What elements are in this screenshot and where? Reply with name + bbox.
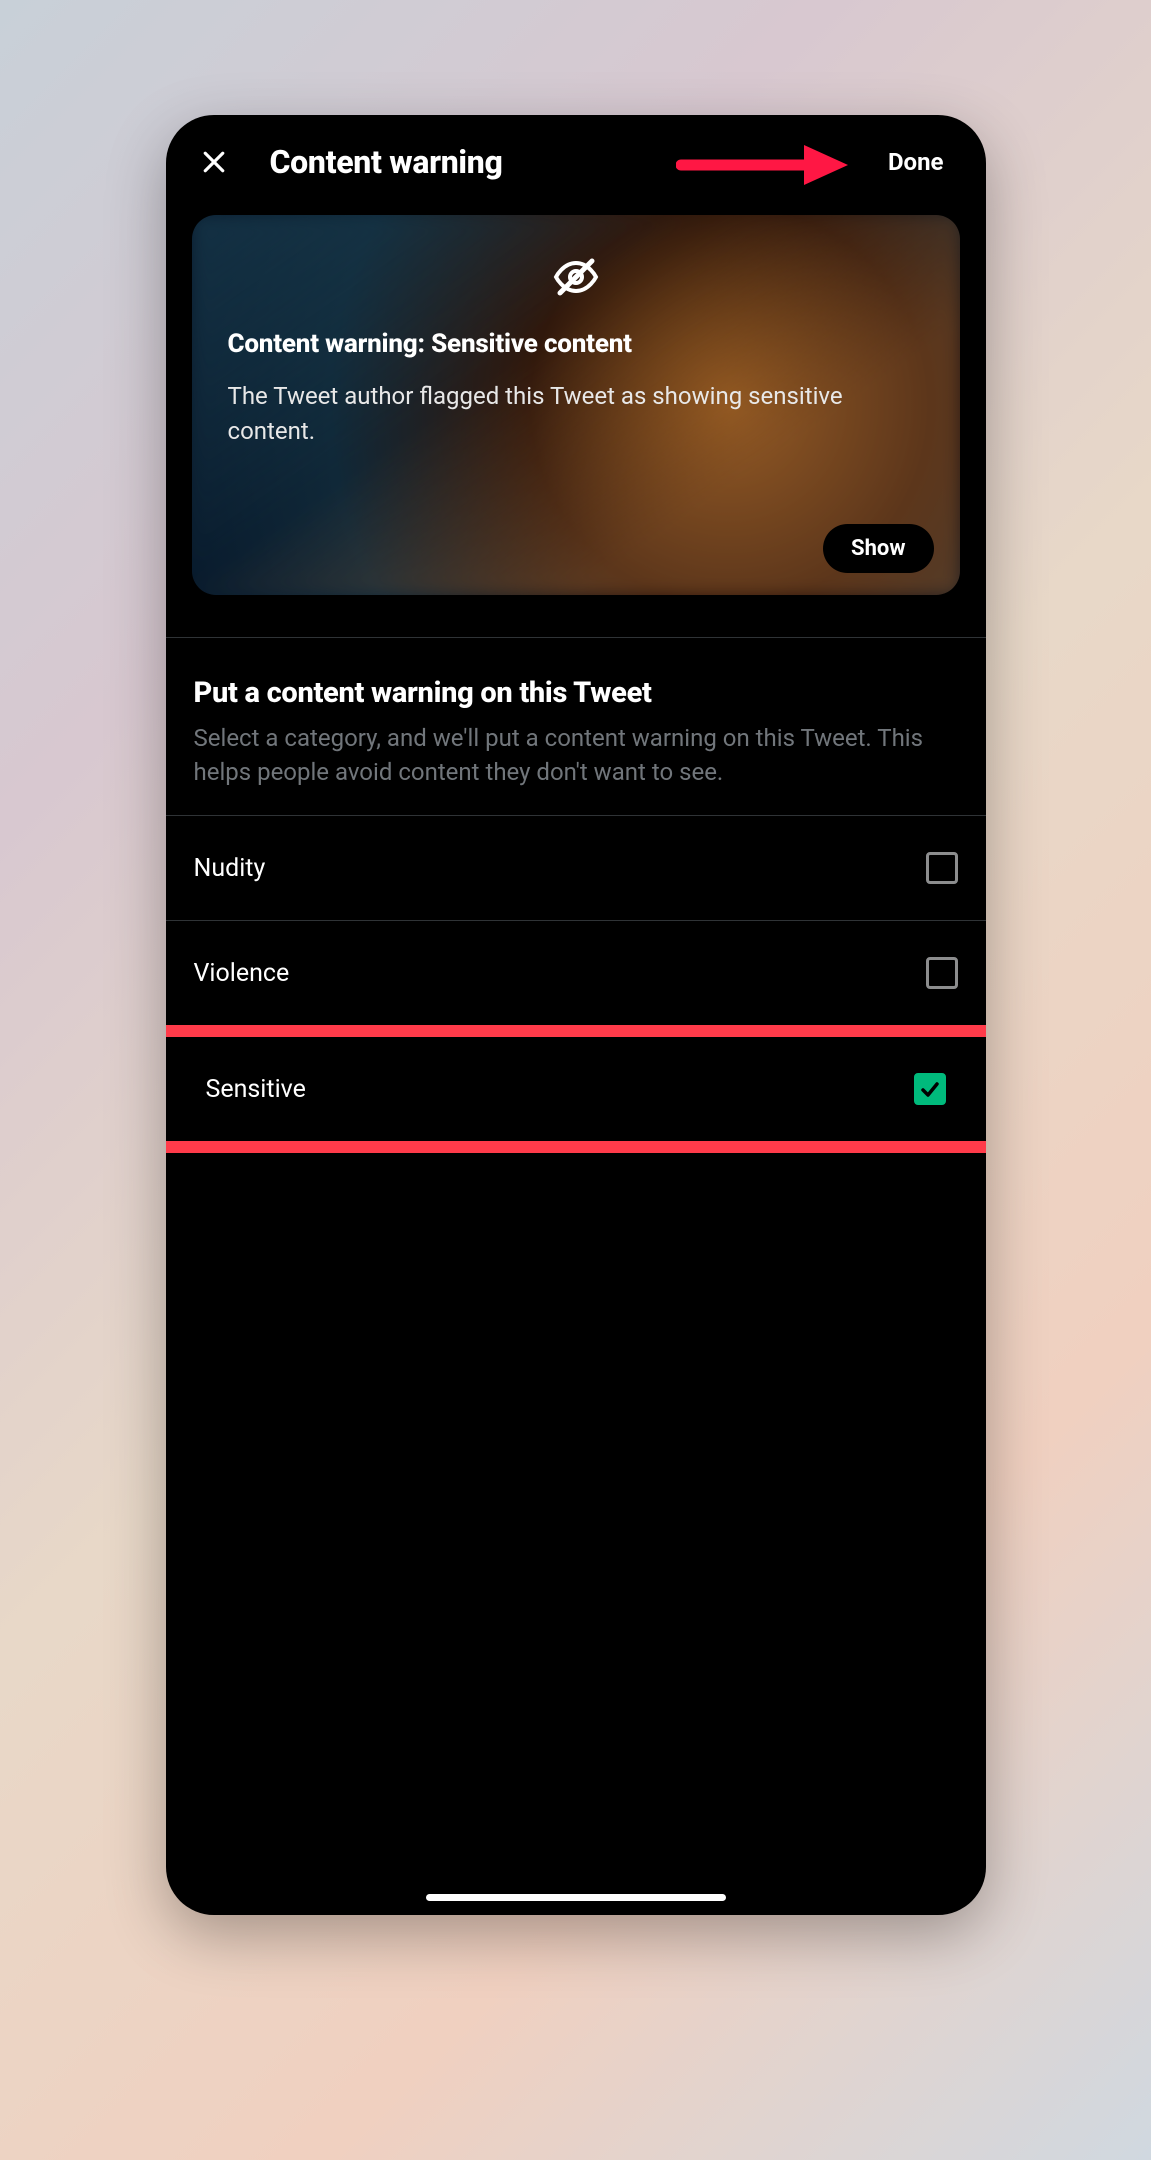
hidden-eye-icon (228, 253, 924, 301)
category-options-list: Nudity Violence Sensitive (166, 815, 986, 1153)
preview-title: Content warning: Sensitive content (228, 329, 924, 359)
phone-screen: Content warning Done Content warning: Se… (166, 115, 986, 1915)
content-warning-preview-card: Content warning: Sensitive content The T… (192, 215, 960, 595)
option-row-nudity[interactable]: Nudity (166, 815, 986, 920)
section-title: Put a content warning on this Tweet (194, 676, 958, 710)
checkbox-unchecked[interactable] (926, 957, 958, 989)
show-button[interactable]: Show (823, 524, 933, 573)
arrow-icon (676, 139, 856, 191)
option-label: Sensitive (206, 1075, 306, 1104)
close-button[interactable] (196, 144, 232, 180)
header-bar: Content warning Done (166, 115, 986, 205)
section-description: Select a category, and we'll put a conte… (194, 722, 958, 789)
done-button[interactable]: Done (888, 148, 944, 176)
page-title: Content warning (270, 143, 503, 181)
checkbox-unchecked[interactable] (926, 852, 958, 884)
option-label: Nudity (194, 854, 266, 883)
preview-description: The Tweet author flagged this Tweet as s… (228, 379, 924, 449)
section-header: Put a content warning on this Tweet Sele… (166, 638, 986, 815)
close-icon (199, 147, 229, 177)
check-icon (918, 1077, 942, 1101)
option-row-sensitive[interactable]: Sensitive (166, 1037, 986, 1141)
annotation-highlight-box: Sensitive (166, 1025, 986, 1153)
option-row-violence[interactable]: Violence (166, 920, 986, 1025)
home-indicator[interactable] (426, 1894, 726, 1901)
annotation-arrow (676, 139, 856, 195)
option-label: Violence (194, 959, 290, 988)
checkbox-checked[interactable] (914, 1073, 946, 1105)
